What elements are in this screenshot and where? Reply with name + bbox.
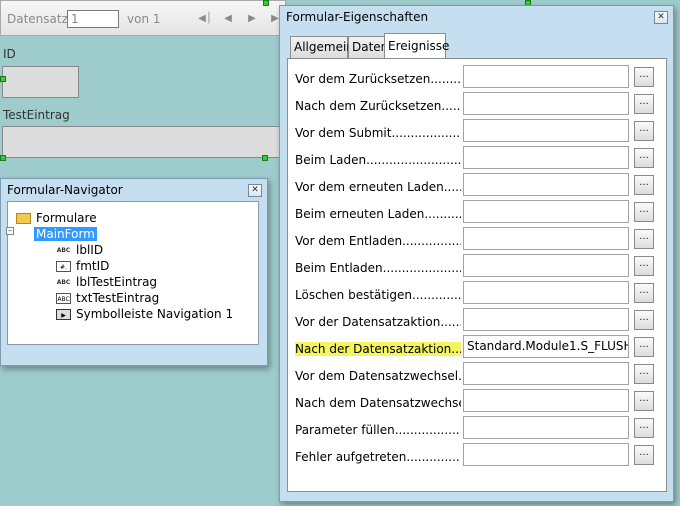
navigator-title: Formular-Navigator bbox=[7, 183, 123, 197]
label-abc-icon: ABC bbox=[56, 279, 71, 286]
record-count-label: von 1 bbox=[127, 12, 161, 26]
event-label: Vor der Datensatzaktion.................… bbox=[295, 315, 461, 329]
event-label: Beim erneuten Laden.....................… bbox=[295, 207, 461, 221]
event-button-after-record-change[interactable]: ... bbox=[634, 391, 654, 411]
record-label: Datensatz bbox=[7, 12, 68, 26]
event-input-confirm-deletion[interactable] bbox=[463, 281, 629, 304]
close-icon[interactable]: ✕ bbox=[248, 184, 262, 197]
event-label: Vor dem Datensatzwechsel......... bbox=[295, 369, 461, 383]
event-button-before-record-change[interactable]: ... bbox=[634, 364, 654, 384]
formatted-field-icon: #. bbox=[56, 261, 71, 272]
event-input-after-record-change[interactable] bbox=[463, 389, 629, 412]
form-navigator-window: Formular-Navigator ✕ bbox=[0, 178, 268, 366]
text-box-icon: ABC bbox=[56, 293, 71, 304]
collapse-icon[interactable]: – bbox=[6, 227, 14, 235]
event-input-before-record-change[interactable] bbox=[463, 362, 629, 385]
tree-node-lblid[interactable]: ABC lblID bbox=[56, 243, 103, 258]
tree-node-navigation-bar[interactable]: ▶ Symbolleiste Navigation 1 bbox=[56, 307, 233, 322]
navigation-bar-icon: ▶ bbox=[56, 309, 71, 320]
tree-node-fmtid[interactable]: #. fmtID bbox=[56, 259, 109, 274]
id-label: ID bbox=[3, 47, 16, 61]
event-label: Löschen bestätigen......................… bbox=[295, 288, 461, 302]
event-label: Beim Entladen...........................… bbox=[295, 261, 461, 275]
selection-handle[interactable] bbox=[263, 0, 269, 6]
event-label: Vor dem Submit..........................… bbox=[295, 126, 461, 140]
tab-general[interactable]: Allgemein bbox=[290, 36, 354, 58]
event-button-after-record-action[interactable]: ... bbox=[634, 337, 654, 357]
event-input-before-submit[interactable] bbox=[463, 119, 629, 142]
event-label: Vor dem erneuten Laden............... bbox=[295, 180, 461, 194]
tree-node-forms[interactable]: Formulare bbox=[16, 211, 97, 226]
event-label: Vor dem Zurücksetzen............... bbox=[295, 72, 461, 86]
event-input-before-unload[interactable] bbox=[463, 227, 629, 250]
event-button-before-record-action[interactable]: ... bbox=[634, 310, 654, 330]
event-label: Vor dem Entladen........................… bbox=[295, 234, 461, 248]
event-button-when-unloading[interactable]: ... bbox=[634, 256, 654, 276]
tree-node-txttesteintrag[interactable]: ABC txtTestEintrag bbox=[56, 291, 159, 306]
id-field[interactable] bbox=[2, 66, 79, 98]
event-label-highlighted: Nach der Datensatzaktion........ bbox=[295, 342, 461, 356]
event-button-before-unload[interactable]: ... bbox=[634, 229, 654, 249]
event-button-when-loading[interactable]: ... bbox=[634, 148, 654, 168]
event-input-before-reset[interactable] bbox=[463, 65, 629, 88]
previous-record-icon[interactable]: ◀ bbox=[221, 11, 235, 27]
record-navigation-toolbar: Datensatz 1 von 1 ◀│ ◀ ▶ ▶ bbox=[0, 0, 286, 36]
selection-handle[interactable] bbox=[0, 155, 6, 161]
selection-handle[interactable] bbox=[0, 76, 6, 82]
event-button-confirm-deletion[interactable]: ... bbox=[634, 283, 654, 303]
event-input-when-loading[interactable] bbox=[463, 146, 629, 169]
tab-events[interactable]: Ereignisse bbox=[384, 33, 449, 59]
event-input-error-occurred[interactable] bbox=[463, 443, 629, 466]
record-number-input[interactable]: 1 bbox=[67, 10, 119, 28]
event-button-error-occurred[interactable]: ... bbox=[634, 445, 654, 465]
testentry-field[interactable] bbox=[2, 126, 282, 158]
event-button-before-reload[interactable]: ... bbox=[634, 175, 654, 195]
mainform-label: MainForm bbox=[34, 227, 97, 241]
event-input-before-reload[interactable] bbox=[463, 173, 629, 196]
event-button-when-reloading[interactable]: ... bbox=[634, 202, 654, 222]
event-input-when-reloading[interactable] bbox=[463, 200, 629, 223]
tab-data[interactable]: Daten bbox=[348, 36, 388, 58]
event-input-when-unloading[interactable] bbox=[463, 254, 629, 277]
event-label: Beim Laden..............................… bbox=[295, 153, 461, 167]
event-label: Nach dem Datensatzwechsel......... bbox=[295, 396, 461, 410]
event-input-fill-parameters[interactable] bbox=[463, 416, 629, 439]
tree-node-lbltesteintrag[interactable]: ABC lblTestEintrag bbox=[56, 275, 157, 290]
tree-node-mainform[interactable]: MainForm bbox=[34, 227, 97, 242]
event-input-after-reset[interactable] bbox=[463, 92, 629, 115]
event-label: Parameter füllen........................… bbox=[295, 423, 461, 437]
event-input-after-record-action[interactable]: Standard.Module1.S_FLUSH (do bbox=[463, 335, 629, 358]
event-button-after-reset[interactable]: ... bbox=[634, 94, 654, 114]
event-button-fill-parameters[interactable]: ... bbox=[634, 418, 654, 438]
testentry-label: TestEintrag bbox=[3, 108, 70, 122]
properties-title: Formular-Eigenschaften bbox=[286, 10, 429, 24]
event-label: Nach dem Zurücksetzen............... bbox=[295, 99, 461, 113]
event-button-before-reset[interactable]: ... bbox=[634, 67, 654, 87]
event-input-before-record-action[interactable] bbox=[463, 308, 629, 331]
next-record-icon[interactable]: ▶ bbox=[245, 11, 259, 27]
close-icon[interactable]: ✕ bbox=[654, 11, 668, 24]
first-record-icon[interactable]: ◀│ bbox=[198, 11, 212, 27]
selection-handle[interactable] bbox=[262, 155, 268, 161]
event-button-before-submit[interactable]: ... bbox=[634, 121, 654, 141]
event-label: Fehler aufgetreten......................… bbox=[295, 450, 461, 464]
forms-folder-icon bbox=[16, 213, 31, 224]
label-abc-icon: ABC bbox=[56, 247, 71, 254]
